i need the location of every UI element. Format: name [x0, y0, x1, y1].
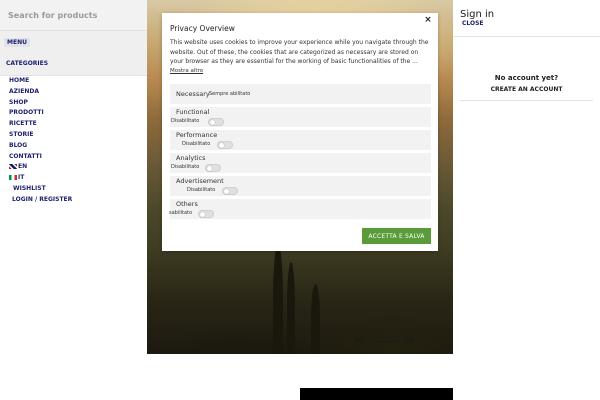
- cypress-tree: [311, 284, 320, 354]
- language-it[interactable]: IT: [0, 173, 147, 184]
- others-toggle[interactable]: [198, 210, 214, 218]
- footer-bar: [300, 388, 453, 400]
- menu-item-azienda[interactable]: AZIENDA: [0, 87, 147, 98]
- cypress-tree: [287, 262, 295, 354]
- no-account-text: No account yet?: [494, 74, 559, 82]
- cookie-category-analytics[interactable]: Analytics Disabilitato: [170, 153, 431, 173]
- panel-tabs: MENU CATEGORIES: [0, 31, 147, 76]
- slide-1-indicator[interactable]: 01: [355, 337, 365, 345]
- login-register-link[interactable]: LOGIN / REGISTER: [0, 195, 147, 206]
- menu-item-blog[interactable]: BLOG: [0, 141, 147, 152]
- modal-title: Privacy Overview: [170, 24, 235, 33]
- cookie-category-functional[interactable]: Functional Disabilitato: [170, 107, 431, 127]
- privacy-overview-modal: Privacy Overview × This website uses coo…: [162, 13, 438, 251]
- cookie-category-necessary[interactable]: Necessary Sempre abilitato: [170, 84, 431, 104]
- menu-item-home[interactable]: HOME: [0, 76, 147, 87]
- advertisement-toggle[interactable]: [222, 187, 238, 195]
- menu-item-contatti[interactable]: CONTATTI: [0, 152, 147, 163]
- search-input[interactable]: [8, 10, 138, 20]
- language-it-label: IT: [18, 174, 25, 182]
- show-more-link[interactable]: Mostra altro: [170, 68, 203, 74]
- signin-panel: Sign in CLOSE No account yet? CREATE AN …: [453, 0, 600, 400]
- menu-item-storie[interactable]: STORIE: [0, 130, 147, 141]
- tab-categories[interactable]: CATEGORIES: [6, 60, 48, 67]
- category-status: Disabilitato: [171, 118, 200, 124]
- accept-and-save-button[interactable]: ACCETTA E SALVA: [362, 228, 431, 244]
- close-signin-link[interactable]: CLOSE: [462, 20, 484, 27]
- menu-item-ricette[interactable]: RICETTE: [0, 119, 147, 130]
- category-status: Sempre abilitato: [209, 91, 251, 97]
- slider-pagination: 01 02: [355, 337, 415, 345]
- cookie-category-performance[interactable]: Performance Disabilitato: [170, 130, 431, 150]
- analytics-toggle[interactable]: [205, 164, 221, 172]
- uk-flag-icon: [9, 164, 17, 170]
- category-name: Analytics: [176, 154, 206, 162]
- product-search: [0, 0, 147, 31]
- language-en[interactable]: EN: [0, 162, 147, 173]
- language-en-label: EN: [18, 163, 28, 171]
- divider: [453, 36, 600, 37]
- tab-menu[interactable]: MENU: [4, 38, 30, 47]
- modal-description: This website uses cookies to improve you…: [170, 39, 429, 65]
- category-status: Disabilitato: [182, 141, 211, 147]
- cookie-category-advertisement[interactable]: Advertisement Disabilitato: [170, 176, 431, 196]
- slide-2-indicator[interactable]: 02: [405, 337, 415, 345]
- category-name: Functional: [176, 108, 210, 116]
- category-name: Others: [176, 200, 198, 208]
- cookie-category-others[interactable]: Others sabilitato: [169, 199, 431, 219]
- close-icon[interactable]: ×: [423, 15, 433, 25]
- performance-toggle[interactable]: [217, 141, 233, 149]
- category-name: Performance: [176, 131, 218, 139]
- category-status: Disabilitato: [187, 187, 216, 193]
- category-name: Necessary: [176, 90, 210, 98]
- category-status: sabilitato: [169, 210, 193, 216]
- slider-divider: [372, 340, 397, 342]
- main-menu: HOME AZIENDA SHOP PRODOTTI RICETTE STORI…: [0, 76, 147, 206]
- mobile-side-panel: MENU CATEGORIES HOME AZIENDA SHOP PRODOT…: [0, 0, 147, 400]
- menu-item-shop[interactable]: SHOP: [0, 98, 147, 109]
- menu-item-prodotti[interactable]: PRODOTTI: [0, 108, 147, 119]
- italy-flag-icon: [9, 175, 17, 181]
- category-status: Disabilitato: [171, 164, 200, 170]
- wishlist-link[interactable]: WISHLIST: [0, 184, 147, 195]
- create-account-link[interactable]: CREATE AN ACCOUNT: [453, 86, 600, 93]
- signin-title: Sign in: [460, 9, 495, 20]
- cypress-tree: [273, 244, 283, 354]
- divider: [460, 100, 593, 101]
- category-name: Advertisement: [176, 177, 224, 185]
- functional-toggle[interactable]: [208, 118, 224, 126]
